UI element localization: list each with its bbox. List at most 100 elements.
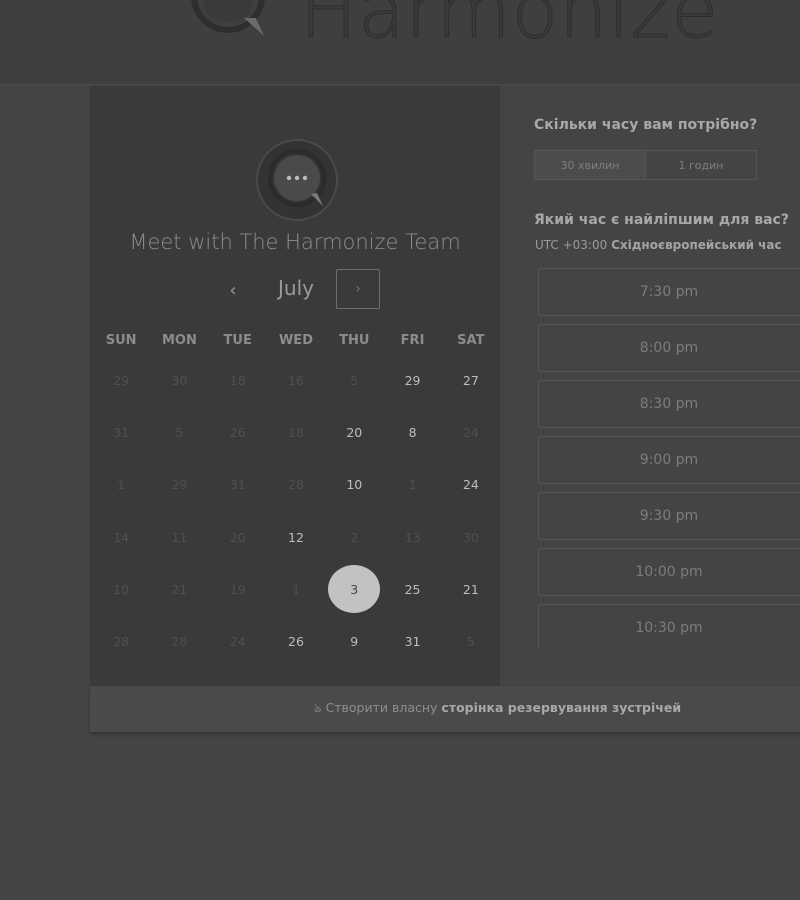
weekday-label: SAT [457,333,485,348]
calendar-day-number: 2 [350,529,359,545]
calendar-day-number: 10 [113,581,130,597]
calendar-day-number: 19 [229,581,246,597]
calendar-day-number: 28 [288,477,304,493]
calendar-day-available[interactable]: 31 [383,615,441,667]
calendar-day-unavailable: 28 [92,615,150,667]
prev-month-button[interactable]: ‹ [218,275,248,305]
weekday-label: SUN [105,333,137,348]
calendar-day-available[interactable]: 10 [325,459,383,511]
calendar-day-unavailable: 21 [150,563,208,615]
calendar-day-unavailable: 31 [209,459,267,511]
weekday-label: WED [278,333,313,348]
weekday-label: FRI [400,333,425,348]
calendar-week-row: 14 11 20 12 2 13 30 [92,511,500,563]
calendar-day-unavailable: 18 [209,354,267,406]
duration-toggle: 30 хвилин 1 годин [534,150,757,180]
calendar-day-unavailable: 18 [267,406,325,458]
calendar-day-number: 18 [229,372,246,388]
calendar-day-number: 9 [350,634,359,650]
calendar-day-unavailable: 29 [150,459,208,511]
calendar-day-number: 27 [462,372,479,388]
timezone-label[interactable]: UTC +03:00 Східноєвропейський час [535,238,782,252]
calendar-day-unavailable: 13 [383,511,441,563]
calendar-day-unavailable: 5 [325,354,383,406]
calendar-day-available[interactable]: 27 [442,354,500,406]
calendar-week-row: 1 29 31 28 10 1 24 [92,459,500,511]
calendar-day-number: 12 [288,529,304,545]
time-slot-button[interactable]: 9:00 pm [538,436,800,484]
time-slot-button[interactable]: 8:00 pm [538,324,800,372]
calendar-day-number: 5 [466,634,475,650]
calendar-day-selected[interactable]: 3 [325,563,383,615]
month-label: July [278,276,314,300]
calendar-day-available[interactable]: 24 [442,459,500,511]
calendar-day-available[interactable]: 20 [325,406,383,458]
duration-question: Скільки часу вам потрібно? [534,117,758,133]
calendar-day-number: 29 [404,372,421,388]
calendar-day-number: 20 [346,424,363,440]
calendar-day-number: 21 [171,581,188,597]
weekday-header-row: SUN MON TUE WED THU FRI SAT [92,333,500,348]
time-slot-button[interactable]: 10:30 pm [538,604,800,648]
time-slot-button[interactable]: 9:30 pm [538,492,800,540]
weekday-label: THU [339,333,370,348]
calendar-day-number: 24 [462,424,479,440]
duration-option-1hour[interactable]: 1 годин [646,150,757,180]
calendar-day-unavailable: 1 [92,459,150,511]
calendar-day-unavailable: 10 [92,563,150,615]
calendar-day-number: 5 [175,424,184,440]
calendar-day-number: 1 [292,581,300,597]
calendar-day-unavailable: 26 [209,406,267,458]
calendar-day-available[interactable]: 8 [383,406,441,458]
create-booking-page-link[interactable]: ঌ Створити власну сторінка резервування … [314,700,681,720]
calendar-day-unavailable: 28 [150,615,208,667]
calendar-day-unavailable: 31 [92,406,150,458]
calendar-week-row: 10 21 19 1 3 25 21 [92,563,500,615]
calendar-day-number: 20 [229,529,246,545]
time-slot-button[interactable]: 10:00 pm [538,548,800,596]
time-slot-button[interactable]: 7:30 pm [538,268,800,316]
calendar-day-number: 29 [113,372,130,388]
brand-name: Harmonize [299,0,720,56]
hubspot-sprocket-icon: ঌ [314,700,322,715]
duration-option-30min[interactable]: 30 хвилин [534,150,646,180]
calendar-day-unavailable: 5 [150,406,208,458]
calendar-day-unavailable: 24 [209,615,267,667]
calendar-day-number: 14 [113,529,130,545]
calendar-day-number: 11 [171,529,188,545]
calendar-day-number: 8 [408,424,417,440]
calendar-day-number: 30 [171,372,188,388]
weekday-label: MON [161,333,197,348]
calendar-day-unavailable: 16 [267,354,325,406]
calendar-day-unavailable: 28 [267,459,325,511]
calendar-day-unavailable: 30 [150,354,208,406]
calendar-day-number: 1 [408,477,417,493]
calendar-day-unavailable: 24 [442,406,500,458]
calendar-day-unavailable: 11 [150,511,208,563]
time-slot-button[interactable]: 8:30 pm [538,380,800,428]
calendar-day-number: 3 [350,581,359,597]
calendar-day-number: 28 [171,634,188,650]
calendar-week-row: 29 30 18 16 5 29 27 [92,354,500,406]
calendar-day-number: 13 [404,529,421,545]
organizer-avatar-icon [256,139,338,221]
calendar-day-available[interactable]: 21 [442,563,500,615]
calendar-day-unavailable: 5 [442,615,500,667]
calendar-day-number: 25 [404,581,421,597]
calendar-day-unavailable: 1 [267,563,325,615]
calendar-day-available[interactable]: 25 [383,563,441,615]
calendar-day-number: 18 [288,424,304,440]
calendar-day-number: 26 [288,634,304,650]
footer-link-bold: сторінка резервування зустрічей [441,700,682,715]
calendar-day-available[interactable]: 12 [267,511,325,563]
calendar-day-available[interactable]: 29 [383,354,441,406]
calendar-day-available[interactable]: 9 [325,615,383,667]
calendar-day-number: 26 [229,424,246,440]
calendar-day-number: 21 [462,581,479,597]
calendar-day-available[interactable]: 26 [267,615,325,667]
time-question: Який час є найліпшим для вас? [534,212,789,228]
next-month-button[interactable]: › [336,269,380,309]
calendar-day-number: 16 [288,372,304,388]
calendar-day-number: 31 [404,634,421,650]
calendar-day-unavailable: 2 [325,511,383,563]
